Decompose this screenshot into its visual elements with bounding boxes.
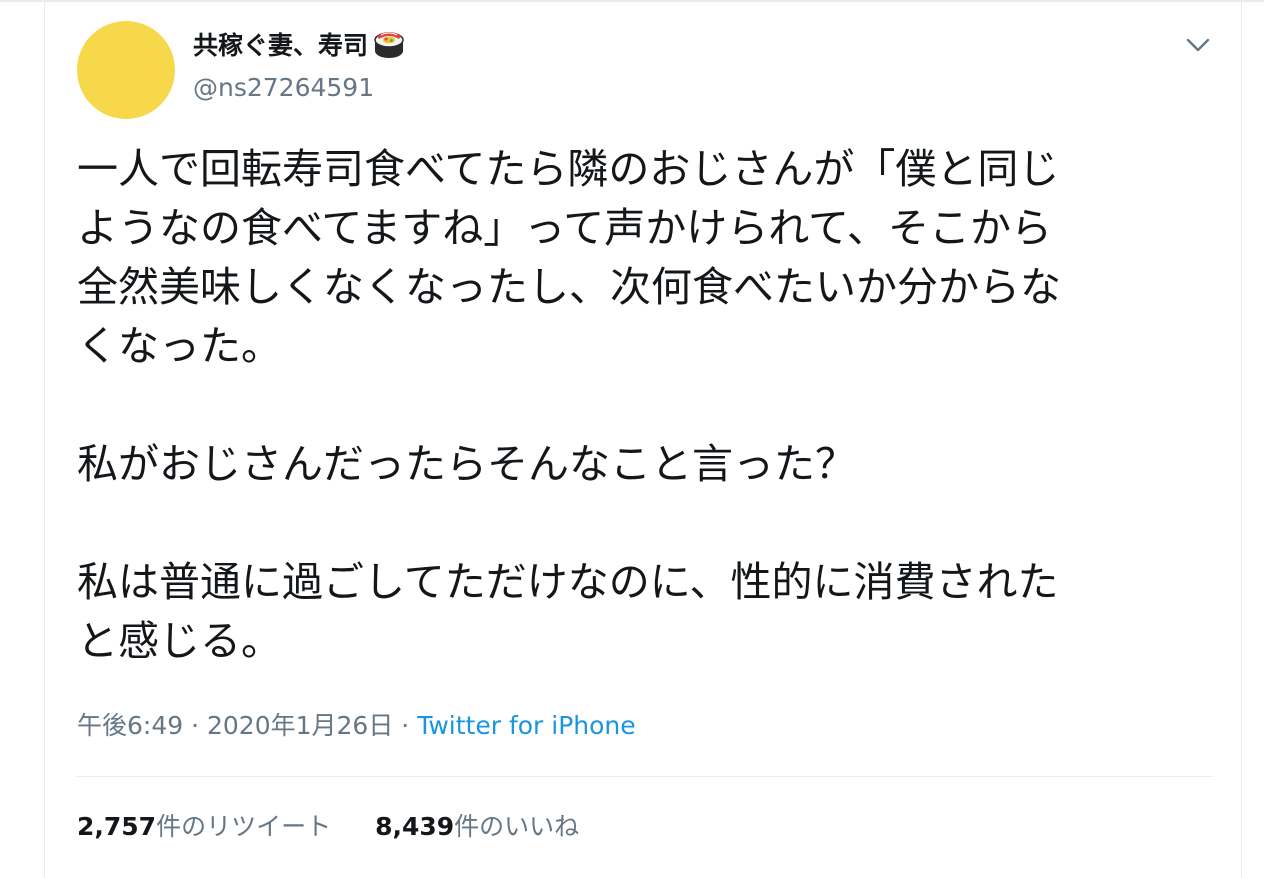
avatar[interactable] xyxy=(77,21,175,119)
like-count-label: 件のいいね xyxy=(454,812,580,841)
tweet-date[interactable]: 2020年1月26日 xyxy=(207,711,393,740)
chevron-down-icon[interactable] xyxy=(1182,30,1214,60)
tweet-text: 一人で回転寿司食べてたら隣のおじさんが「僕と同じ ようなの食べてますね」って声か… xyxy=(77,140,1187,671)
tweet-line: 一人で回転寿司食べてたら隣のおじさんが「僕と同じ xyxy=(77,145,1060,193)
like-count[interactable]: 8,439件のいいね xyxy=(375,807,579,847)
tweet-time[interactable]: 午後6:49 xyxy=(77,711,183,740)
display-name[interactable]: 共稼ぐ妻、寿司 xyxy=(193,28,406,64)
tweet-line: と感じる。 xyxy=(77,617,282,665)
retweet-count-label: 件のリツイート xyxy=(156,812,332,841)
meta-separator: · xyxy=(191,711,200,740)
retweet-count-number: 2,757 xyxy=(77,812,157,841)
like-count-number: 8,439 xyxy=(375,812,455,841)
tweet-line: くなった。 xyxy=(77,322,282,370)
sushi-icon xyxy=(372,30,406,60)
engagement-stats: 2,757件のリツイート 8,439件のいいね xyxy=(77,807,579,847)
tweet-line: 私がおじさんだったらそんなこと言った？ xyxy=(77,440,856,488)
tweet-detail: 共稼ぐ妻、寿司 @ns27264591 一人で回転寿司食べてたら隣のおじさんが「… xyxy=(0,0,1264,878)
tweet-metadata: 午後6:49 · 2020年1月26日 · Twitter for iPhone xyxy=(77,706,636,746)
left-border xyxy=(44,0,45,878)
top-border xyxy=(0,0,1264,2)
tweet-line: 私は普通に過ごしてただけなのに、性的に消費された xyxy=(77,558,1059,606)
tweet-line: ようなの食べてますね」って声かけられて、そこから xyxy=(77,204,1052,252)
right-border xyxy=(1241,0,1242,878)
meta-separator: · xyxy=(401,711,410,740)
display-name-text: 共稼ぐ妻、寿司 xyxy=(193,31,369,60)
retweet-count[interactable]: 2,757件のリツイート xyxy=(77,807,331,847)
handle[interactable]: @ns27264591 xyxy=(193,70,374,106)
tweet-line: 全然美味しくなくなったし、次何食べたいか分からな xyxy=(77,263,1061,311)
divider xyxy=(77,776,1213,777)
source-link[interactable]: Twitter for iPhone xyxy=(417,711,635,740)
